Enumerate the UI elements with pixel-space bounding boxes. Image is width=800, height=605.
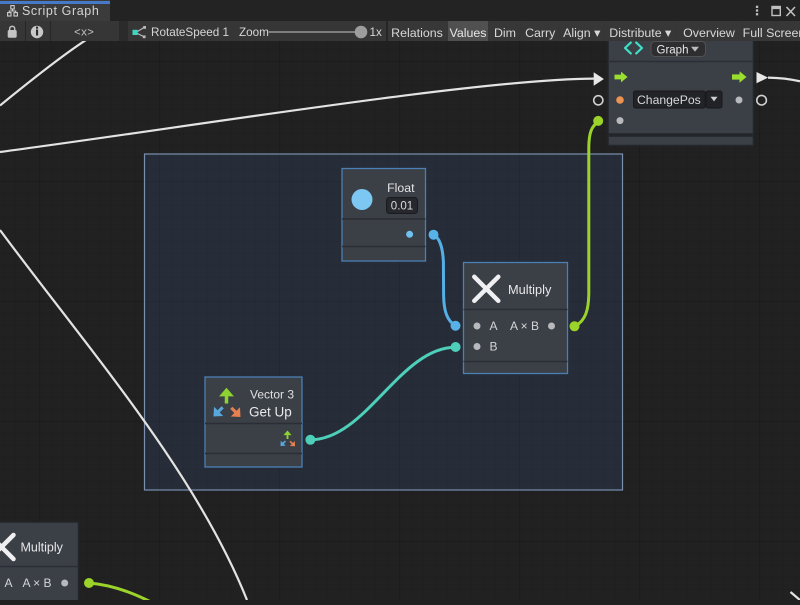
svg-text:A × B: A × B bbox=[23, 576, 52, 590]
svg-text:Multiply: Multiply bbox=[508, 282, 552, 297]
svg-text:Graph: Graph bbox=[657, 44, 689, 56]
svg-text:A × B: A × B bbox=[510, 319, 539, 333]
svg-text:Get Up: Get Up bbox=[249, 405, 292, 420]
svg-text:Float: Float bbox=[387, 181, 415, 195]
svg-text:<x>: <x> bbox=[74, 28, 94, 40]
svg-text:ChangePos: ChangePos bbox=[637, 93, 701, 107]
svg-text:0.01: 0.01 bbox=[391, 201, 413, 213]
svg-text:Multiply: Multiply bbox=[21, 541, 64, 555]
svg-text:Vector 3: Vector 3 bbox=[250, 388, 294, 402]
svg-text:RotateSpeed 1: RotateSpeed 1 bbox=[151, 26, 229, 39]
svg-text:A: A bbox=[5, 576, 13, 590]
svg-text:1x: 1x bbox=[370, 26, 383, 39]
svg-text:Zoom: Zoom bbox=[239, 26, 269, 39]
svg-text:A: A bbox=[490, 319, 498, 333]
svg-text:B: B bbox=[490, 340, 498, 354]
